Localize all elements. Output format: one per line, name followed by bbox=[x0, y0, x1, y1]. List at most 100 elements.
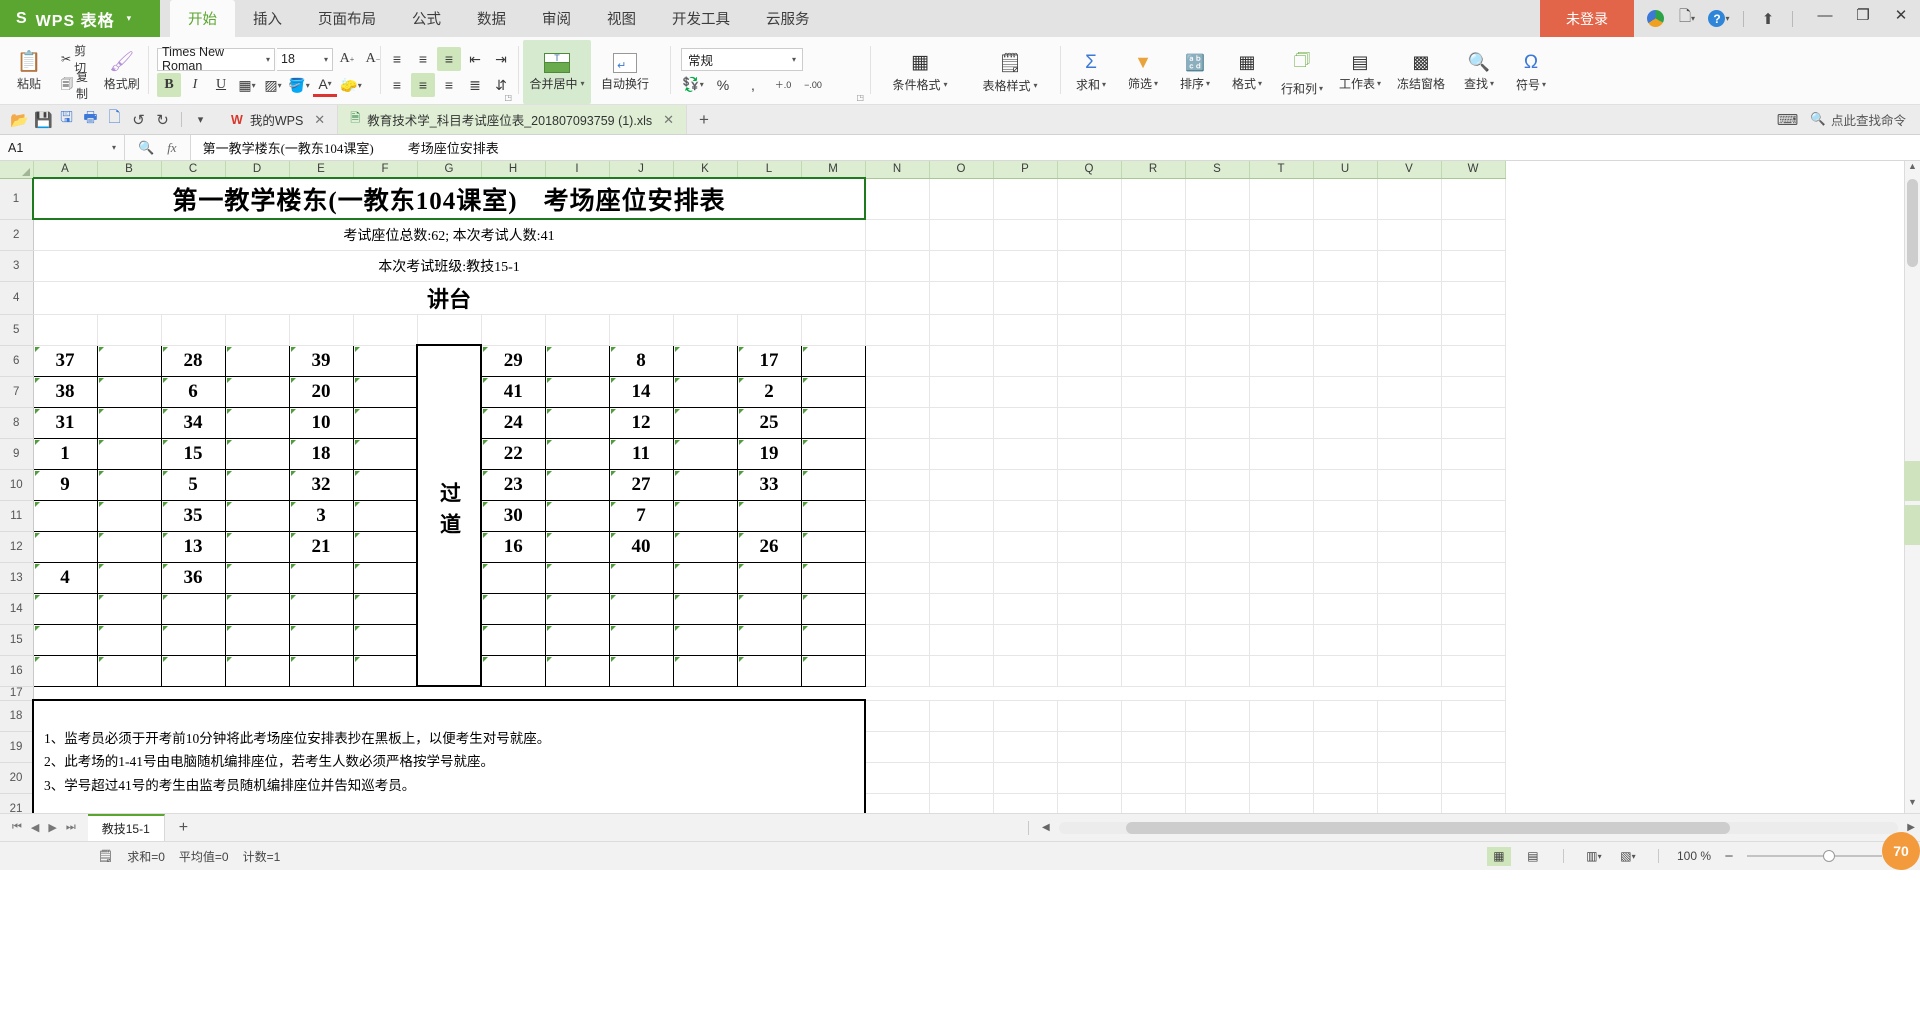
minimize-button[interactable]: — bbox=[1806, 0, 1844, 30]
merge-center-button[interactable]: T 合并居中 ▾ bbox=[523, 40, 591, 104]
tab-review[interactable]: 审阅 bbox=[524, 0, 589, 37]
cell-U12[interactable] bbox=[1313, 531, 1378, 563]
column-header-L[interactable]: L bbox=[737, 161, 802, 179]
cell-Q18[interactable] bbox=[1057, 700, 1122, 732]
cell-S7[interactable] bbox=[1185, 376, 1250, 408]
cell-U11[interactable] bbox=[1313, 500, 1378, 532]
seat-cell-M14[interactable] bbox=[800, 592, 866, 625]
align-top-button[interactable]: ≡ bbox=[385, 47, 409, 71]
seat-cell-L16[interactable] bbox=[736, 654, 802, 687]
bold-button[interactable]: B bbox=[157, 73, 181, 97]
wrap-text-button[interactable]: 自动换行 bbox=[591, 40, 659, 104]
column-header-T[interactable]: T bbox=[1249, 161, 1314, 179]
tab-page-layout[interactable]: 页面布局 bbox=[300, 0, 394, 37]
cell-R5[interactable] bbox=[1121, 314, 1186, 346]
cell-V18[interactable] bbox=[1377, 700, 1442, 732]
horizontal-scroll-thumb[interactable] bbox=[1125, 821, 1731, 834]
row-header-2[interactable]: 2 bbox=[0, 219, 34, 251]
column-header-U[interactable]: U bbox=[1313, 161, 1378, 179]
decrease-indent-button[interactable]: ⇤ bbox=[463, 47, 487, 71]
seat-cell-C11[interactable]: 35 bbox=[160, 499, 226, 532]
insert-function-magnifier-icon[interactable]: 🔍 bbox=[138, 140, 154, 156]
cell-S14[interactable] bbox=[1185, 593, 1250, 625]
cell-R8[interactable] bbox=[1121, 407, 1186, 439]
row-header-13[interactable]: 13 bbox=[0, 562, 34, 594]
prev-sheet-icon[interactable]: ◀ bbox=[31, 821, 39, 834]
sum-button[interactable]: Σ 求和 ▾ bbox=[1065, 40, 1117, 104]
seat-cell-A12[interactable] bbox=[32, 530, 98, 563]
cell-N15[interactable] bbox=[865, 624, 930, 656]
cell-W7[interactable] bbox=[1441, 376, 1506, 408]
cell-O20[interactable] bbox=[929, 762, 994, 794]
cell-V4[interactable] bbox=[1377, 281, 1442, 315]
cell-Q14[interactable] bbox=[1057, 593, 1122, 625]
seat-cell-K8[interactable] bbox=[672, 406, 738, 439]
cell-N5[interactable] bbox=[865, 314, 930, 346]
cell-P4[interactable] bbox=[993, 281, 1058, 315]
seat-cell-D11[interactable] bbox=[224, 499, 290, 532]
align-right-button[interactable]: ≡ bbox=[437, 73, 461, 97]
align-left-button[interactable]: ≡ bbox=[385, 73, 409, 97]
cell-R10[interactable] bbox=[1121, 469, 1186, 501]
seat-cell-M12[interactable] bbox=[800, 530, 866, 563]
cell-N21[interactable] bbox=[865, 793, 930, 813]
cell-V20[interactable] bbox=[1377, 762, 1442, 794]
column-header-R[interactable]: R bbox=[1121, 161, 1186, 179]
cell-W14[interactable] bbox=[1441, 593, 1506, 625]
cell-P20[interactable] bbox=[993, 762, 1058, 794]
clear-format-button[interactable]: 🧽 ▾ bbox=[339, 73, 363, 97]
customize-qat-icon[interactable]: ▾ bbox=[192, 113, 209, 126]
cell-N7[interactable] bbox=[865, 376, 930, 408]
stage-cell[interactable]: 讲台 bbox=[33, 281, 866, 315]
save-icon[interactable]: 💾 bbox=[34, 111, 53, 129]
font-color-button[interactable]: A ▾ bbox=[313, 73, 337, 97]
cell-E5[interactable] bbox=[289, 314, 354, 346]
cell-R2[interactable] bbox=[1121, 219, 1186, 251]
cell-O11[interactable] bbox=[929, 500, 994, 532]
align-bottom-button[interactable]: ≡ bbox=[437, 47, 461, 71]
seat-cell-M15[interactable] bbox=[800, 623, 866, 656]
font-size-select[interactable]: 18 ▾ bbox=[277, 47, 333, 71]
seat-cell-A11[interactable] bbox=[32, 499, 98, 532]
cell-N16[interactable] bbox=[865, 655, 930, 687]
side-tab-1[interactable] bbox=[1904, 461, 1920, 501]
seat-cell-H10[interactable]: 23 bbox=[480, 468, 546, 501]
seat-cell-F11[interactable] bbox=[352, 499, 418, 532]
cell-F5[interactable] bbox=[353, 314, 418, 346]
column-header-O[interactable]: O bbox=[929, 161, 994, 179]
cell-U14[interactable] bbox=[1313, 593, 1378, 625]
cell-T21[interactable] bbox=[1249, 793, 1314, 813]
seat-cell-K7[interactable] bbox=[672, 375, 738, 408]
cell-N1[interactable] bbox=[865, 178, 930, 220]
cell-S4[interactable] bbox=[1185, 281, 1250, 315]
column-header-D[interactable]: D bbox=[225, 161, 290, 179]
normal-view-button[interactable]: ▦ bbox=[1486, 846, 1511, 866]
cell-Q10[interactable] bbox=[1057, 469, 1122, 501]
seat-cell-B6[interactable] bbox=[96, 344, 162, 377]
cell-P18[interactable] bbox=[993, 700, 1058, 732]
save-as-icon[interactable]: 🖫 bbox=[58, 107, 75, 132]
seat-cell-F7[interactable] bbox=[352, 375, 418, 408]
cell-S15[interactable] bbox=[1185, 624, 1250, 656]
help-icon[interactable]: ? ▾ bbox=[1704, 4, 1734, 34]
chrome-style-icon[interactable] bbox=[1640, 4, 1670, 34]
cell-P2[interactable] bbox=[993, 219, 1058, 251]
seat-cell-L13[interactable] bbox=[736, 561, 802, 594]
seat-cell-E7[interactable]: 20 bbox=[288, 375, 354, 408]
column-header-G[interactable]: G bbox=[417, 161, 482, 179]
cell-U21[interactable] bbox=[1313, 793, 1378, 813]
seat-cell-H7[interactable]: 41 bbox=[480, 375, 546, 408]
cell-U3[interactable] bbox=[1313, 250, 1378, 282]
cell-N4[interactable] bbox=[865, 281, 930, 315]
seat-cell-M16[interactable] bbox=[800, 654, 866, 687]
align-center-button[interactable]: ≡ bbox=[411, 73, 435, 97]
cell-T15[interactable] bbox=[1249, 624, 1314, 656]
seat-cell-D7[interactable] bbox=[224, 375, 290, 408]
cell-N3[interactable] bbox=[865, 250, 930, 282]
seat-cell-I14[interactable] bbox=[544, 592, 610, 625]
tab-view[interactable]: 视图 bbox=[589, 0, 654, 37]
row-header-1[interactable]: 1 bbox=[0, 178, 34, 220]
seat-cell-M10[interactable] bbox=[800, 468, 866, 501]
seat-cell-C6[interactable]: 28 bbox=[160, 344, 226, 377]
cell-U1[interactable] bbox=[1313, 178, 1378, 220]
